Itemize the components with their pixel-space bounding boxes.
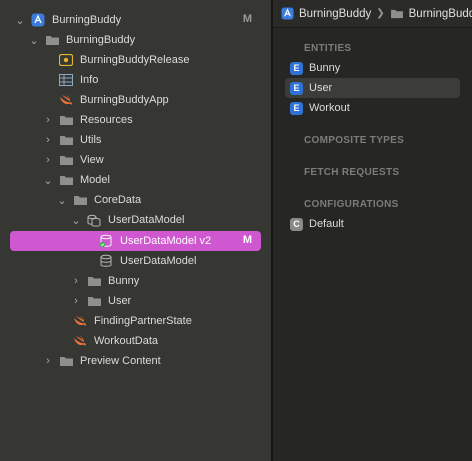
modified-badge: M: [242, 13, 252, 25]
folder-icon: [86, 294, 102, 308]
chevron-down-icon[interactable]: ⌄: [70, 214, 82, 227]
nav-item-datamodel-bundle[interactable]: ⌄ UserDataModel: [10, 210, 261, 230]
nav-item-group-user[interactable]: › User: [10, 291, 261, 311]
modified-badge: M: [242, 234, 252, 246]
entity-row-workout[interactable]: E Workout: [285, 98, 460, 118]
nav-item-label: View: [80, 154, 104, 166]
entity-badge-icon: E: [290, 81, 303, 95]
nav-item-group-model[interactable]: ⌄ Model: [10, 170, 261, 190]
project-navigator: ⌄ BurningBuddy M ⌄ BurningBuddy BurningB…: [0, 0, 271, 461]
nav-item-label: UserDataModel v2: [120, 235, 212, 247]
folder-icon: [72, 193, 88, 207]
nav-item-label: UserDataModel: [120, 255, 197, 267]
nav-item-group-utils[interactable]: › Utils: [10, 130, 261, 150]
chevron-right-icon: ❯: [376, 8, 385, 19]
nav-item-group-bunny[interactable]: › Bunny: [10, 271, 261, 291]
configuration-row-default[interactable]: C Default: [285, 214, 460, 234]
nav-item-group-view[interactable]: › View: [10, 150, 261, 170]
chevron-right-icon[interactable]: ›: [70, 275, 82, 287]
chevron-right-icon[interactable]: ›: [42, 114, 54, 126]
nav-item-finding-partner-swift[interactable]: FindingPartnerState: [10, 311, 261, 331]
configuration-label: Default: [309, 218, 344, 230]
nav-item-group-burningbuddy[interactable]: ⌄ BurningBuddy: [10, 30, 261, 50]
data-model-editor: BurningBuddy ❯ BurningBuddy ENTITIES E B…: [273, 0, 472, 461]
swift-file-icon: [58, 93, 74, 107]
nav-item-label: Resources: [80, 114, 133, 126]
nav-item-app-swift[interactable]: BurningBuddyApp: [10, 90, 261, 110]
folder-icon: [58, 153, 74, 167]
nav-item-label: Preview Content: [80, 355, 161, 367]
nav-item-group-resources[interactable]: › Resources: [10, 110, 261, 130]
data-model-bundle-icon: [86, 213, 102, 227]
folder-icon: [86, 274, 102, 288]
nav-item-workout-data-swift[interactable]: WorkoutData: [10, 331, 261, 351]
entity-row-bunny[interactable]: E Bunny: [285, 58, 460, 78]
nav-item-project-root[interactable]: ⌄ BurningBuddy M: [10, 10, 261, 30]
jump-bar-label: BurningBuddy: [408, 7, 472, 20]
chevron-right-icon[interactable]: ›: [42, 134, 54, 146]
nav-item-datamodel[interactable]: UserDataModel: [10, 251, 261, 271]
nav-item-label: Utils: [80, 134, 102, 146]
nav-item-group-preview-content[interactable]: › Preview Content: [10, 351, 261, 371]
chevron-down-icon[interactable]: ⌄: [28, 34, 40, 47]
chevron-down-icon[interactable]: ⌄: [14, 14, 26, 27]
nav-item-label: UserDataModel: [108, 214, 185, 226]
section-header-entities: ENTITIES: [304, 43, 352, 54]
nav-item-label: BurningBuddyApp: [80, 94, 169, 106]
folder-icon: [58, 173, 74, 187]
folder-icon: [390, 8, 404, 19]
entity-label: User: [309, 82, 333, 94]
xcode-project-icon: [30, 13, 46, 27]
folder-icon: [58, 354, 74, 368]
chevron-right-icon[interactable]: ›: [42, 154, 54, 166]
nav-item-info-plist[interactable]: Info: [10, 70, 261, 90]
chevron-right-icon[interactable]: ›: [42, 355, 54, 367]
entity-badge-icon: E: [290, 61, 303, 75]
section-header-configurations: CONFIGURATIONS: [304, 199, 399, 210]
nav-item-datamodel-v2[interactable]: UserDataModel v2 M: [10, 231, 261, 251]
jump-bar-label: BurningBuddy: [299, 7, 372, 20]
nav-item-label: Info: [80, 74, 99, 86]
folder-icon: [58, 113, 74, 127]
nav-item-label: FindingPartnerState: [94, 315, 192, 327]
nav-item-label: BurningBuddy: [66, 34, 136, 46]
swift-file-icon: [72, 314, 88, 328]
scheme-config-icon: [58, 53, 74, 67]
section-header-fetch-requests: FETCH REQUESTS: [304, 167, 400, 178]
nav-item-label: BurningBuddyRelease: [80, 54, 190, 66]
folder-icon: [58, 133, 74, 147]
nav-item-release-config[interactable]: BurningBuddyRelease: [10, 50, 261, 70]
data-model-current-icon: [98, 234, 114, 248]
xcode-project-icon: [281, 7, 294, 20]
data-model-icon: [98, 254, 114, 268]
configuration-badge-icon: C: [290, 217, 303, 231]
jump-bar-project[interactable]: BurningBuddy: [281, 7, 371, 20]
entity-label: Bunny: [309, 62, 341, 74]
nav-item-label: Bunny: [108, 275, 140, 287]
nav-item-group-coredata[interactable]: ⌄ CoreData: [10, 190, 261, 210]
jump-bar: BurningBuddy ❯ BurningBuddy: [273, 0, 472, 28]
section-header-composite-types: COMPOSITE TYPES: [304, 135, 405, 146]
nav-item-label: WorkoutData: [94, 335, 158, 347]
folder-icon: [44, 33, 60, 47]
chevron-right-icon[interactable]: ›: [70, 295, 82, 307]
swift-file-icon: [72, 334, 88, 348]
entity-badge-icon: E: [290, 101, 303, 115]
nav-item-label: BurningBuddy: [52, 14, 122, 26]
chevron-down-icon[interactable]: ⌄: [42, 174, 54, 187]
entity-row-user[interactable]: E User: [285, 78, 460, 98]
chevron-down-icon[interactable]: ⌄: [56, 194, 68, 207]
nav-item-label: User: [108, 295, 132, 307]
jump-bar-group[interactable]: BurningBuddy: [390, 8, 472, 20]
nav-item-label: Model: [80, 174, 110, 186]
nav-item-label: CoreData: [94, 194, 142, 206]
plist-table-icon: [58, 73, 74, 87]
entity-label: Workout: [309, 102, 350, 114]
